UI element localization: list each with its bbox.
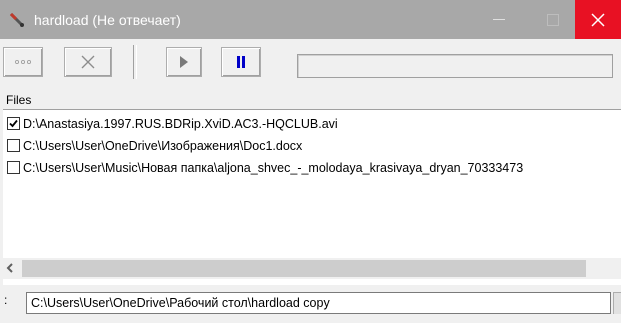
- pause-icon: [237, 56, 245, 68]
- file-path: C:\Users\User\OneDrive\Изображения\Doc1.…: [23, 139, 303, 153]
- file-path: D:\Anastasiya.1997.RUS.BDRip.XviD.AC3.-H…: [23, 117, 338, 131]
- pause-button[interactable]: [221, 47, 261, 77]
- app-icon: [8, 11, 26, 29]
- chevron-left-icon: [6, 263, 13, 273]
- maximize-icon: [547, 13, 559, 26]
- close-button[interactable]: [575, 0, 621, 39]
- window-title: hardload (Не отвечает): [34, 12, 181, 28]
- title-bar: hardload (Не отвечает): [0, 0, 621, 39]
- file-checkbox[interactable]: [7, 139, 20, 152]
- options-button[interactable]: [3, 47, 43, 77]
- start-button[interactable]: [166, 47, 202, 77]
- remove-button[interactable]: [64, 47, 112, 77]
- file-list[interactable]: Files D:\Anastasiya.1997.RUS.BDRip.XviD.…: [3, 91, 621, 285]
- column-header-files[interactable]: Files: [3, 91, 621, 110]
- file-checkbox[interactable]: [7, 117, 20, 130]
- file-list-item[interactable]: D:\Anastasiya.1997.RUS.BDRip.XviD.AC3.-H…: [3, 113, 621, 135]
- minimize-icon: [493, 18, 505, 20]
- checkmark-icon: [9, 119, 18, 128]
- play-icon: [180, 56, 188, 68]
- dots-icon: [14, 59, 32, 65]
- file-list-item[interactable]: C:\Users\User\OneDrive\Изображения\Doc1.…: [3, 135, 621, 157]
- file-checkbox[interactable]: [7, 161, 20, 174]
- maximize-button[interactable]: [530, 0, 576, 39]
- path-input[interactable]: C:\Users\User\OneDrive\Рабочий стол\hard…: [26, 292, 611, 314]
- progress-bar: [297, 54, 613, 78]
- horizontal-scrollbar[interactable]: [3, 258, 621, 279]
- minimize-button[interactable]: [476, 0, 522, 39]
- file-path: C:\Users\User\Music\Новая папка\aljona_s…: [23, 161, 524, 175]
- scrollbar-thumb[interactable]: [22, 260, 586, 277]
- toolbar-separator: [133, 45, 137, 79]
- file-list-item[interactable]: C:\Users\User\Music\Новая папка\aljona_s…: [3, 157, 621, 179]
- toolbar: [0, 39, 621, 91]
- close-icon: [591, 12, 605, 27]
- x-icon: [81, 55, 95, 69]
- path-label: :: [4, 293, 8, 307]
- browse-button[interactable]: [613, 292, 621, 314]
- column-header-label: Files: [6, 93, 32, 107]
- scroll-left-button[interactable]: [3, 258, 20, 279]
